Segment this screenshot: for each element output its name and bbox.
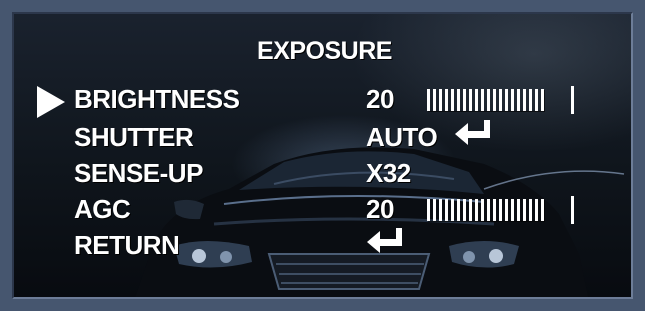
agc-value: 20 (366, 194, 394, 224)
play-triangle-icon (37, 86, 65, 118)
brightness-level-bar[interactable] (427, 89, 544, 111)
enter-return-icon[interactable] (366, 226, 404, 254)
menu-item-agc[interactable]: AGC (74, 194, 131, 224)
brightness-bar-end (571, 86, 574, 114)
menu-item-brightness[interactable]: BRIGHTNESS (74, 84, 240, 114)
menu-item-return[interactable]: RETURN (74, 230, 180, 260)
menu-item-sense-up[interactable]: SENSE-UP (74, 158, 203, 188)
menu-title: EXPOSURE (257, 37, 392, 65)
agc-bar-end (571, 196, 574, 224)
shutter-value: AUTO (366, 122, 438, 152)
osd-screen: EXPOSURE BRIGHTNESS SHUTTER SENSE-UP AGC… (12, 12, 633, 299)
menu-item-shutter[interactable]: SHUTTER (74, 122, 194, 152)
agc-level-bar[interactable] (427, 199, 544, 221)
brightness-value: 20 (366, 84, 394, 114)
sense-up-value: X32 (366, 158, 411, 188)
enter-return-icon[interactable] (454, 118, 492, 146)
